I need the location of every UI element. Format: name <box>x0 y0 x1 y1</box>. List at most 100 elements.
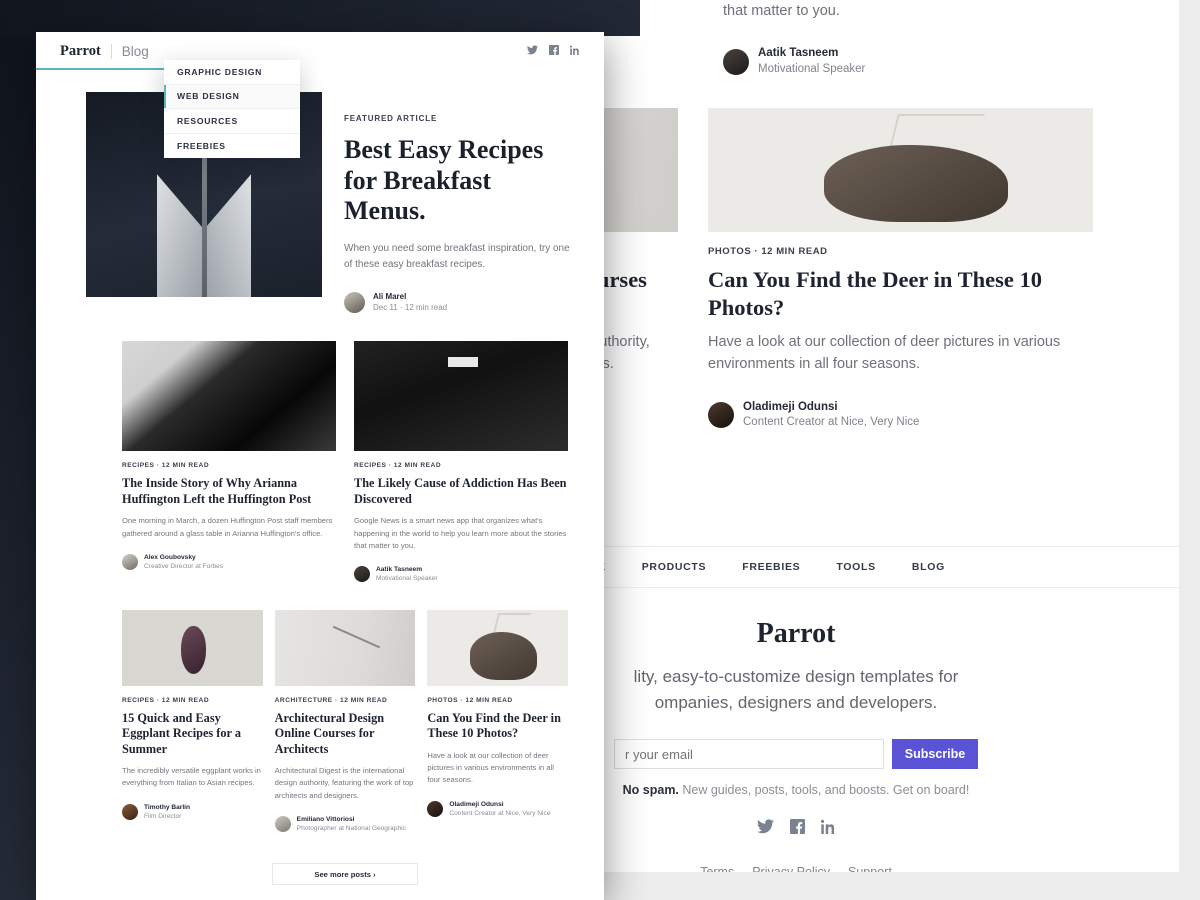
avatar <box>122 803 138 820</box>
see-more-posts-button[interactable]: See more posts › <box>272 863 418 886</box>
dropdown-item-freebies[interactable]: FREEBIES <box>164 134 300 159</box>
article-row-two-column: RECIPES · 12 MIN READ The Inside Story o… <box>36 313 604 583</box>
article-author: Aatik Tasneem Motivational Speaker <box>354 565 568 583</box>
article-author: Oladimeji Odunsi Content Creator at Nice… <box>427 800 568 818</box>
legal-link-support[interactable]: Support <box>848 865 892 872</box>
foreground-blog-page: Parrot Blog FEATURED ARTICLE Best Easy R… <box>36 32 604 900</box>
article-meta: PHOTOS · 12 MIN READ <box>427 696 513 704</box>
background-article-card[interactable]: PHOTOS · 12 MIN READ Can You Find the De… <box>708 108 1093 431</box>
dropdown-item-resources[interactable]: RESOURCES <box>164 109 300 134</box>
header-divider <box>110 43 112 59</box>
article-excerpt: Google News is a smart news app that org… <box>354 516 567 550</box>
site-brand[interactable]: Parrot <box>60 43 101 60</box>
decorative-shape-left <box>156 174 204 297</box>
article-title[interactable]: Architectural Design Online Courses for … <box>275 711 416 757</box>
author-role: Motivational Speaker <box>758 62 866 75</box>
article-title[interactable]: The Likely Cause of Addiction Has Been D… <box>354 476 568 507</box>
author-role: Motivational Speaker <box>376 575 438 583</box>
featured-article-title[interactable]: Best Easy Recipes for Breakfast Menus. <box>344 135 578 227</box>
article-card[interactable]: ARCHITECTURE · 12 MIN READ Architectural… <box>274 609 416 834</box>
article-excerpt: Architectural Digest is the internationa… <box>274 766 414 800</box>
header-social-links <box>527 42 580 60</box>
avatar <box>122 554 138 571</box>
author-name: Timothy Barlin <box>144 803 191 811</box>
header-section-label[interactable]: Blog <box>122 44 149 59</box>
article-card[interactable]: RECIPES · 12 MIN READ The Likely Cause o… <box>354 341 568 583</box>
avatar <box>354 566 370 583</box>
nav-item-blog[interactable]: BLOG <box>912 561 945 573</box>
background-top-snippet: that matter to you. Aatik Tasneem Motiva… <box>723 0 1143 78</box>
article-title[interactable]: Can You Find the Deer in These 10 Photos… <box>427 711 568 742</box>
article-thumbnail <box>122 341 336 452</box>
author-role: Creative Director at Forbes <box>144 563 224 571</box>
author-meta: Dec 11 · 12 min read <box>373 303 448 313</box>
nav-item-freebies[interactable]: FREEBIES <box>742 561 800 573</box>
article-card[interactable]: RECIPES · 12 MIN READ 15 Quick and Easy … <box>122 609 263 834</box>
article-meta: RECIPES · 12 MIN READ <box>122 696 210 704</box>
facebook-icon[interactable] <box>789 819 805 839</box>
linkedin-icon[interactable] <box>569 42 580 60</box>
featured-label: FEATURED ARTICLE <box>344 114 438 123</box>
dropdown-item-graphic-design[interactable]: GRAPHIC DESIGN <box>164 60 300 85</box>
dark-backdrop-top-strip <box>0 0 640 36</box>
disclaimer-bold: No spam. <box>622 783 679 797</box>
article-title[interactable]: The Inside Story of Why Arianna Huffingt… <box>122 476 336 507</box>
twitter-icon[interactable] <box>756 819 774 839</box>
article-title[interactable]: 15 Quick and Easy Eggplant Recipes for a… <box>122 711 263 757</box>
email-field[interactable] <box>614 739 884 769</box>
category-dropdown-menu: GRAPHIC DESIGN WEB DESIGN RESOURCES FREE… <box>164 60 300 158</box>
legal-link-privacy-policy[interactable]: Privacy Policy <box>752 865 830 872</box>
legal-link-terms[interactable]: Terms <box>700 865 734 872</box>
article-card[interactable]: PHOTOS · 12 MIN READ Can You Find the De… <box>427 609 569 834</box>
avatar <box>708 402 734 429</box>
background-snippet-excerpt: that matter to you. <box>723 3 840 19</box>
avatar <box>274 816 291 833</box>
author-name: Aatik Tasneem <box>758 47 839 60</box>
author-name: Alex Goubovsky <box>144 553 196 561</box>
disclaimer-rest: New guides, posts, tools, and boosts. Ge… <box>678 783 970 797</box>
decorative-shape-right <box>204 174 252 297</box>
article-author: Timothy Barlin Film Director <box>122 803 263 821</box>
article-excerpt: Have a look at our collection of deer pi… <box>708 334 1061 373</box>
article-meta: ARCHITECTURE · 12 MIN READ <box>274 696 388 704</box>
background-snippet-author: Aatik Tasneem Motivational Speaker <box>723 46 1143 77</box>
article-author: Oladimeji Odunsi Content Creator at Nice… <box>708 400 1093 431</box>
nav-item-tools[interactable]: TOOLS <box>836 561 875 573</box>
article-title[interactable]: Can You Find the Deer in These 10 Photos… <box>708 266 1093 321</box>
author-role: Content Creator at Nice, Very Nice <box>743 416 920 429</box>
article-thumbnail <box>427 609 569 686</box>
author-name: Emiliano Vittoriosi <box>296 816 355 824</box>
article-meta: PHOTOS · 12 MIN READ <box>708 246 828 257</box>
author-name: Aatik Tasneem <box>376 566 423 574</box>
author-name: Ali Marel <box>373 292 407 302</box>
article-card[interactable]: RECIPES · 12 MIN READ The Inside Story o… <box>122 341 336 583</box>
avatar <box>723 48 749 75</box>
see-more-posts-wrapper: See more posts › <box>36 833 604 886</box>
author-name: Oladimeji Odunsi <box>449 800 504 808</box>
author-role: Content Creator at Nice, Very Nice <box>449 809 551 817</box>
featured-article-author: Ali Marel Dec 11 · 12 min read <box>344 291 578 313</box>
site-header: Parrot Blog <box>36 32 604 70</box>
article-thumbnail <box>274 609 416 686</box>
article-thumbnail <box>122 609 263 686</box>
featured-article: FEATURED ARTICLE Best Easy Recipes for B… <box>36 70 604 313</box>
nav-item-products[interactable]: PRODUCTS <box>642 561 707 573</box>
avatar <box>427 800 444 817</box>
article-excerpt: One morning in March, a dozen Huffington… <box>122 516 333 538</box>
article-excerpt: The incredibly versatile eggplant works … <box>122 766 261 788</box>
linkedin-icon[interactable] <box>820 819 836 839</box>
author-role: Film Director <box>144 812 182 820</box>
facebook-icon[interactable] <box>549 42 559 60</box>
article-meta: RECIPES · 12 MIN READ <box>354 462 442 470</box>
author-name: Oladimeji Odunsi <box>743 400 838 413</box>
dropdown-item-web-design[interactable]: WEB DESIGN <box>164 84 300 109</box>
article-thumbnail <box>354 341 568 452</box>
article-author: Emiliano Vittoriosi Photographer at Nati… <box>274 815 416 833</box>
subscribe-button[interactable]: Subscribe <box>892 739 978 769</box>
article-meta: RECIPES · 12 MIN READ <box>122 462 210 470</box>
article-row-three-column: RECIPES · 12 MIN READ 15 Quick and Easy … <box>36 584 604 834</box>
featured-article-excerpt: When you need some breakfast inspiration… <box>344 243 570 271</box>
article-author: Alex Goubovsky Creative Director at Forb… <box>122 553 336 571</box>
twitter-icon[interactable] <box>527 42 538 60</box>
article-excerpt: Have a look at our collection of deer pi… <box>427 750 554 785</box>
